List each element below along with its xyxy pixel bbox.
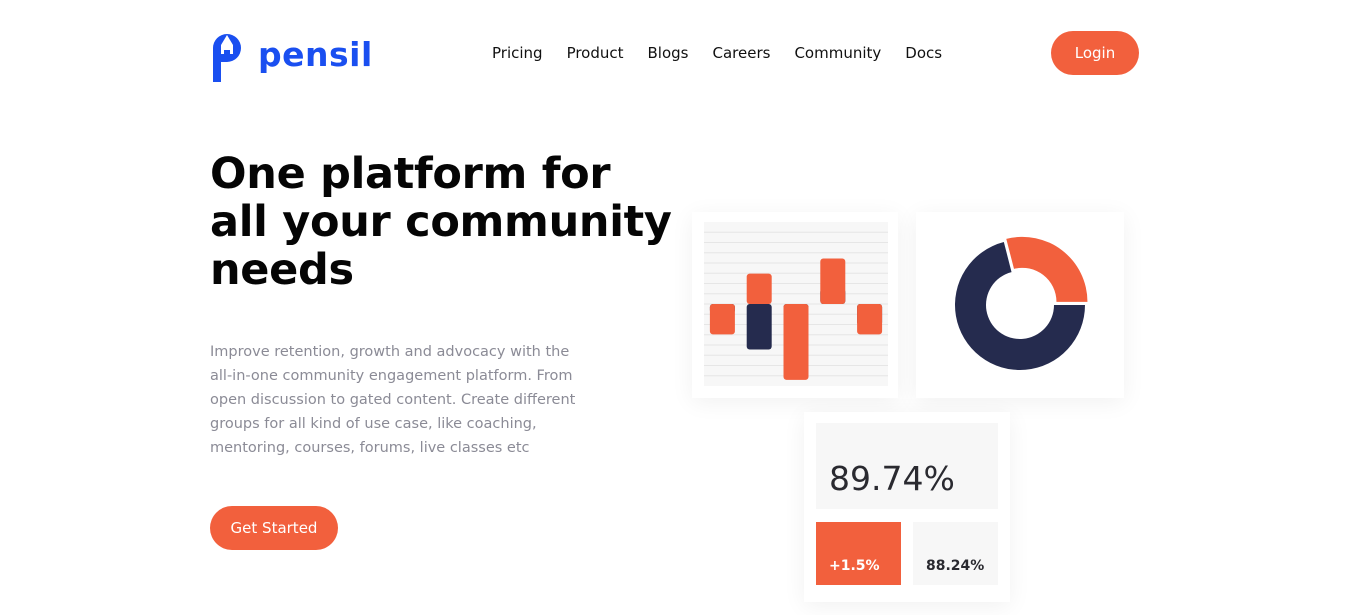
pencil-logo-icon [213, 34, 241, 82]
hero-description: Improve retention, growth and advocacy w… [210, 344, 576, 456]
nav-product[interactable]: Product [567, 44, 624, 62]
brand-name: pensil [258, 34, 373, 74]
main-nav: Pricing Product Blogs Careers Community … [492, 44, 942, 62]
bar-series-1-1 [709, 304, 735, 335]
bar-chart-panel [704, 222, 888, 386]
stat-sub-value: 88.24% [926, 558, 985, 574]
donut-slice-2 [1006, 236, 1088, 302]
nav-community[interactable]: Community [794, 44, 881, 62]
bar-chart [704, 231, 888, 380]
stat-delta-tile: +1.5% [816, 522, 901, 585]
bar-chart-card [692, 212, 898, 398]
bar-series-1-2 [746, 273, 772, 304]
nav-blogs[interactable]: Blogs [648, 44, 689, 62]
stat-sub-tile: 88.24% [913, 522, 998, 585]
get-started-button[interactable]: Get Started [210, 506, 338, 550]
nav-pricing[interactable]: Pricing [492, 44, 543, 62]
stat-main-value: 89.74% [829, 459, 955, 498]
bar-series-1-5 [857, 304, 883, 335]
bar-series-1-4 [820, 258, 846, 304]
brand-logo[interactable]: pensil [210, 32, 373, 82]
stat-main-tile: 89.74% [816, 423, 998, 509]
login-button[interactable]: Login [1051, 31, 1139, 75]
stat-delta-value: +1.5% [829, 558, 880, 574]
stats-card: 89.74% +1.5% 88.24% [804, 412, 1010, 602]
bar-series-2-2 [746, 304, 772, 350]
donut-chart [955, 236, 1088, 370]
donut-chart-card [916, 212, 1124, 398]
nav-docs[interactable]: Docs [905, 44, 942, 62]
hero-title: One platform for all your community need… [210, 149, 672, 295]
bar-series-1-3 [783, 304, 809, 380]
nav-careers[interactable]: Careers [713, 44, 771, 62]
